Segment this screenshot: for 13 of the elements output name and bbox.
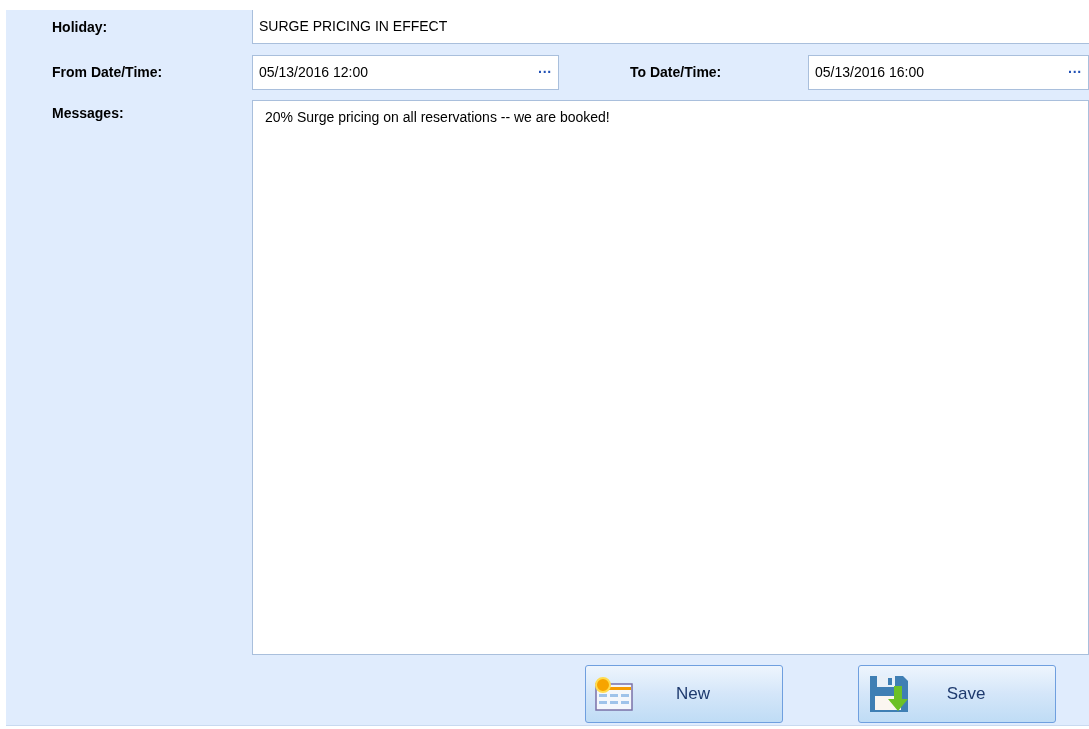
new-form-icon <box>594 676 634 712</box>
action-button[interactable]: Save <box>858 665 1056 723</box>
date-field[interactable]: 05/13/2016 16:00 ··· <box>808 55 1089 90</box>
ellipsis-button[interactable]: ··· <box>538 62 552 83</box>
field-label: From Date/Time: <box>51 63 164 82</box>
message-field[interactable]: 20% Surge pricing on all reservations -- we are booked! <box>252 100 1089 655</box>
field-label: Holiday: <box>51 18 109 37</box>
field-label: Messages: <box>51 104 125 123</box>
field-label: To Date/Time: <box>629 63 723 82</box>
date-field[interactable]: 05/13/2016 12:00 ··· <box>252 55 559 90</box>
ellipsis-button[interactable]: ··· <box>1068 62 1082 83</box>
action-button[interactable]: New <box>585 665 783 723</box>
text-field[interactable]: SURGE PRICING IN EFFECT <box>252 10 1089 44</box>
